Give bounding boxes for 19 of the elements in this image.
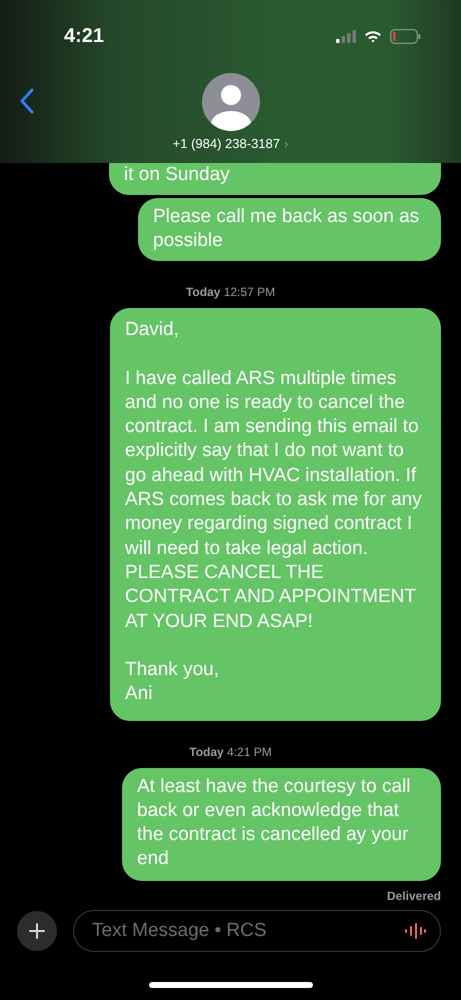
message-bubble: it on Sunday: [109, 163, 441, 195]
add-button[interactable]: [17, 910, 57, 951]
message-input-field[interactable]: Text Message • RCS: [90, 918, 404, 943]
message-bubble: David, I have called ARS multiple times and no one is ready to cancel the contract. I am sending this email to explicitly say that I do not want to go ahead with HVAC installation. If ARS comes back to ask me for any money regarding signed contract I will need to take legal action. PLEASE CANCEL THE CONTRACT AND APPOINTMENT AT YOUR END ASAP! Thank you, Ani: [110, 308, 441, 721]
plus-icon: [29, 922, 45, 939]
signal-icon: [336, 30, 356, 42]
status-time: 4:21: [64, 24, 104, 48]
message-timestamp: Today 4:21 PM: [189, 744, 272, 759]
battery-icon: [390, 28, 421, 44]
message-bubble: Please call me back as soon as possible: [138, 198, 441, 261]
audio-waveform-icon[interactable]: [404, 922, 426, 939]
avatar-icon[interactable]: [200, 72, 260, 132]
wifi-icon: [364, 30, 382, 42]
back-icon[interactable]: [19, 88, 35, 114]
message-bubble: At least have the courtesy to call back or even acknowledge that the contract is cancelled ay your end: [122, 768, 441, 881]
contact-name[interactable]: +1 (984) 238-3187 ›: [172, 136, 288, 151]
message-timestamp: Today 12:57 PM: [186, 285, 276, 299]
delivery-status: Delivered: [386, 888, 441, 903]
message-field[interactable]: Text Message • RCS: [73, 910, 441, 952]
